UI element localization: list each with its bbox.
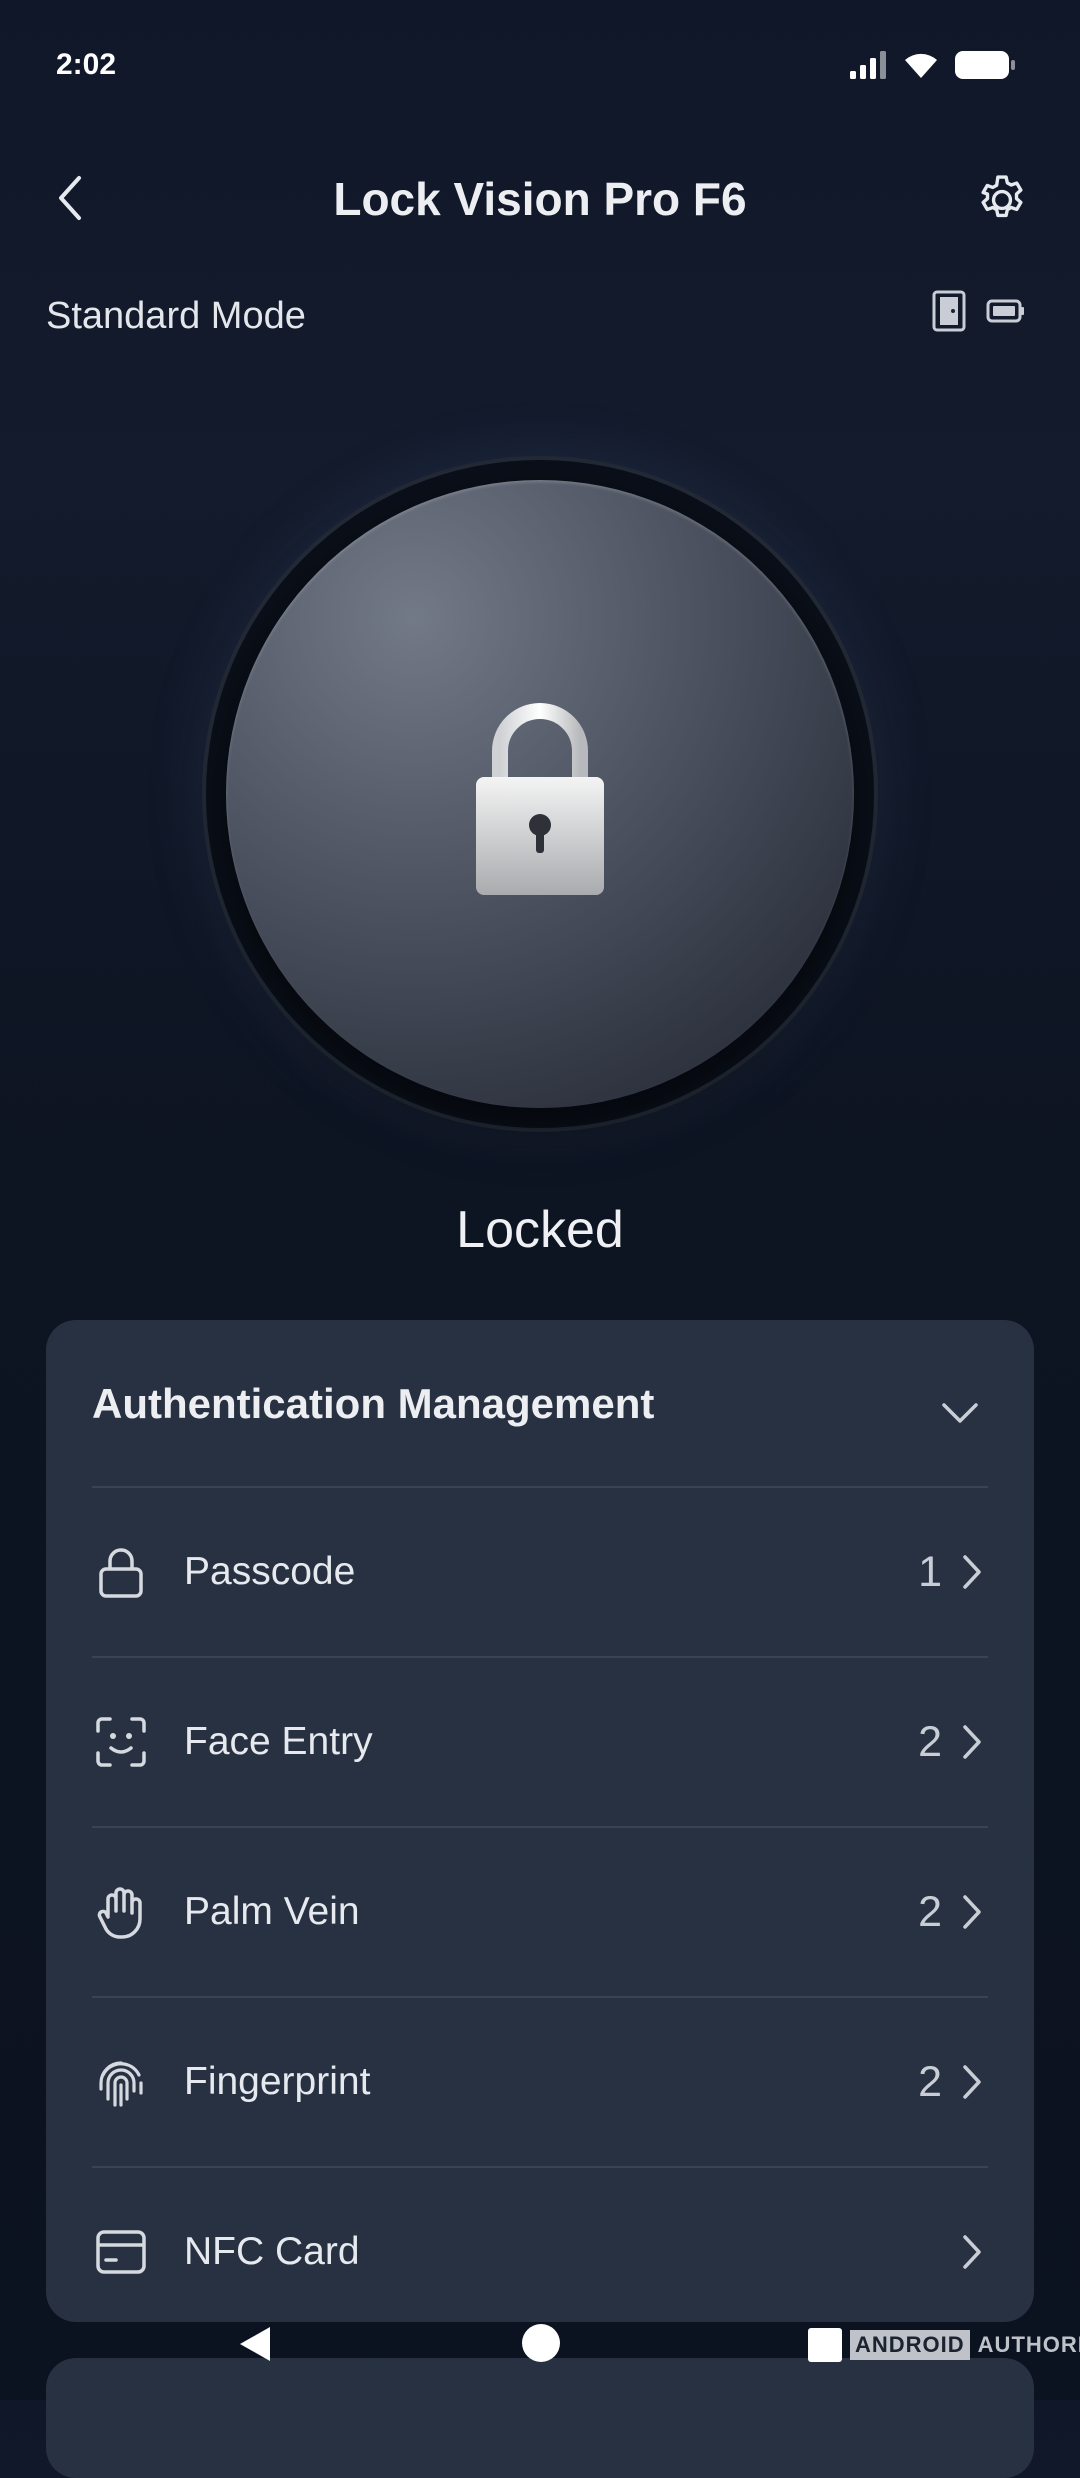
lock-status: Locked [456, 1201, 624, 1259]
palm-icon [92, 1883, 150, 1941]
wifi-icon [902, 50, 940, 85]
status-icons [850, 50, 1016, 85]
lock-toggle-button[interactable] [206, 460, 874, 1128]
nav-back-button[interactable] [236, 2324, 274, 2369]
padlock-icon [476, 703, 604, 895]
fingerprint-icon [92, 2053, 150, 2111]
auth-item-label: NFC Card [184, 2230, 360, 2273]
chevron-right-icon [956, 1720, 988, 1764]
nav-recents-square-icon [808, 2328, 842, 2362]
chevron-right-icon [956, 1550, 988, 1594]
auth-item-label: Fingerprint [184, 2060, 371, 2103]
signal-icon [850, 51, 888, 84]
auth-item-label: Palm Vein [184, 1890, 360, 1933]
collapse-button[interactable] [930, 1388, 990, 1438]
auth-item-count: 2 [918, 1887, 942, 1936]
secondary-card [46, 2358, 1034, 2478]
mode-icons [932, 290, 1026, 337]
auth-item-label: Passcode [184, 1550, 356, 1593]
watermark-android: ANDROID [850, 2330, 970, 2360]
chevron-right-icon [956, 2060, 988, 2104]
chevron-right-icon [956, 2230, 988, 2274]
face-scan-icon [92, 1713, 150, 1771]
auth-item-count: 2 [918, 2057, 942, 2106]
auth-list: Passcode 1 Face Entry 2 Palm Vein 2 Fing… [92, 1486, 988, 2336]
triangle-back-icon [240, 2327, 270, 2361]
watermark: ANDROID AUTHORITY [808, 2328, 1080, 2362]
auth-item-nfc-card[interactable]: NFC Card [92, 2166, 988, 2336]
watermark-authority: AUTHORITY [977, 2332, 1080, 2357]
auth-item-fingerprint[interactable]: Fingerprint 2 [92, 1996, 988, 2166]
battery-icon [954, 50, 1016, 85]
auth-item-count: 2 [918, 1717, 942, 1766]
door-icon [932, 290, 966, 337]
auth-management-card: Authentication Management Passcode 1 Fac… [46, 1320, 1034, 2322]
auth-item-label: Face Entry [184, 1720, 373, 1763]
auth-item-count: 1 [918, 1547, 942, 1596]
card-title: Authentication Management [92, 1380, 655, 1427]
settings-button[interactable] [966, 164, 1038, 236]
nav-home-button[interactable] [522, 2324, 560, 2362]
status-time: 2:02 [56, 48, 117, 81]
lock-outline-icon [92, 1543, 150, 1601]
device-battery-icon [986, 298, 1026, 329]
chevron-down-icon [942, 1403, 978, 1423]
chevron-right-icon [956, 1890, 988, 1934]
auth-item-face-entry[interactable]: Face Entry 2 [92, 1656, 988, 1826]
page-title: Lock Vision Pro F6 [333, 173, 747, 225]
lock-dial [226, 480, 854, 1108]
mode-label: Standard Mode [46, 295, 306, 337]
gear-icon [981, 175, 1023, 218]
card-icon [92, 2223, 150, 2281]
auth-item-passcode[interactable]: Passcode 1 [92, 1486, 988, 1656]
auth-item-palm-vein[interactable]: Palm Vein 2 [92, 1826, 988, 1996]
